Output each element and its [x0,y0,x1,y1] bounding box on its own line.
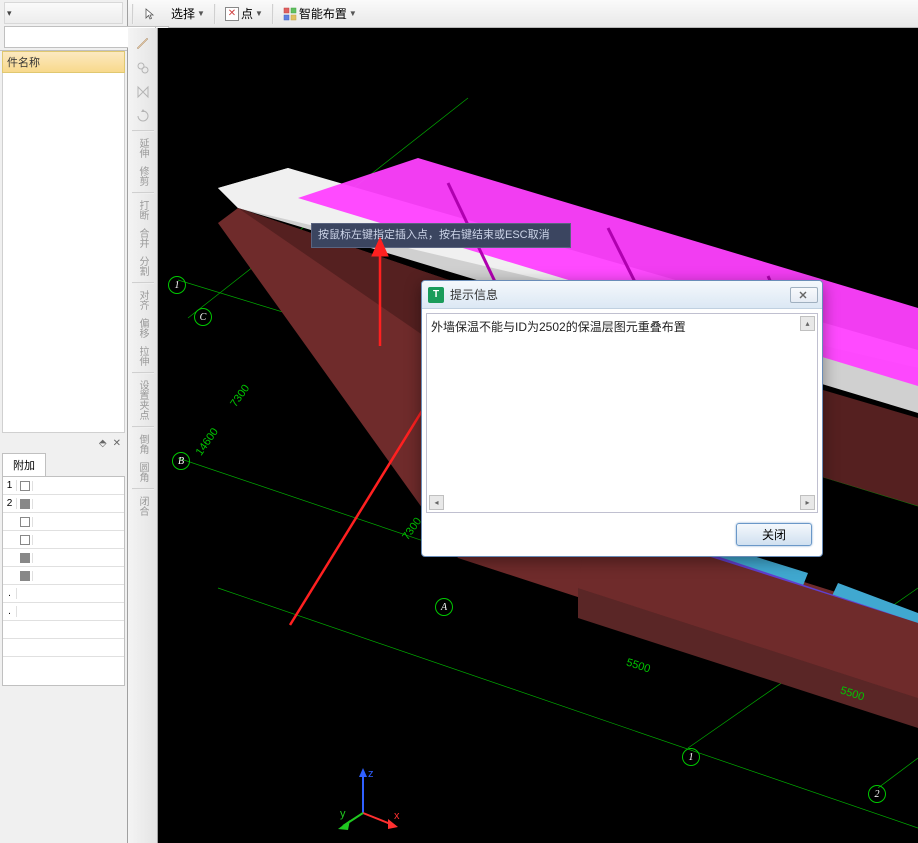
dialog-close-button[interactable] [790,287,818,303]
table-row [3,513,124,531]
snap-point-icon [225,7,239,21]
grid-bubble: C [194,308,212,326]
grid-bubble: B [172,452,190,470]
property-tabs: 附加 [2,453,125,476]
vt-draw-icon[interactable] [131,33,155,55]
grid-bubble: A [435,598,453,616]
vt-fillet[interactable]: 圆角 [131,459,155,485]
vt-break[interactable]: 打断 [131,197,155,223]
vt-copy-icon[interactable] [131,57,155,79]
point-snap-button[interactable]: 点 ▼ [220,3,268,25]
hint-tooltip: 按鼠标左键指定插入点，按右键结束或ESC取消 [311,223,571,248]
close-button[interactable]: 关闭 [736,523,812,546]
point-label: 点 [241,5,253,22]
toolbar-separator [132,426,154,428]
vt-stretch[interactable]: 拉伸 [131,343,155,369]
table-row [3,567,124,585]
dialog-titlebar[interactable]: T 提示信息 [422,281,822,309]
panel-pin-bar: ⬘ ✕ [0,433,127,453]
vt-merge[interactable]: 合并 [131,225,155,251]
vt-offset[interactable]: 偏移 [131,315,155,341]
table-row: . [3,603,124,621]
toolbar-divider [132,4,134,24]
chevron-down-icon: ▼ [349,9,357,18]
toolbar-separator [132,192,154,194]
toolbar-divider [214,4,216,24]
dialog-message: 外墙保温不能与ID为2502的保温层图元重叠布置 [431,320,686,334]
cursor-icon [143,7,157,21]
toolbar-separator [132,282,154,284]
vt-rotate-icon[interactable] [131,105,155,127]
vt-extend[interactable]: 延伸 [131,135,155,161]
vt-trim[interactable]: 修剪 [131,163,155,189]
svg-text:z: z [368,768,374,780]
vt-close[interactable]: 闭合 [131,493,155,519]
grid-bubble: 1 [682,748,700,766]
dialog-title: 提示信息 [450,286,790,303]
dialog-body: 外墙保温不能与ID为2502的保温层图元重叠布置 ▴ ◂ ▸ [422,309,822,517]
select-label: 选择 [171,5,195,22]
top-toolbar: 选择 ▼ 点 ▼ 智能布置 ▼ [128,0,918,28]
vt-split[interactable]: 分割 [131,253,155,279]
component-list[interactable] [2,73,125,433]
table-row [3,639,124,657]
search-area: ▾ [0,0,127,51]
vt-grip[interactable]: 设置夹点 [131,377,155,423]
property-grid[interactable]: 1 2 . . [2,476,125,686]
left-panel: ▾ 件名称 ⬘ ✕ 附加 1 2 . . [0,0,128,843]
scroll-up-button[interactable]: ▴ [800,316,815,331]
table-row: 1 [3,477,124,495]
scroll-right-button[interactable]: ▸ [800,495,815,510]
smart-layout-button[interactable]: 智能布置 ▼ [278,3,362,25]
table-row [3,621,124,639]
vertical-toolbar: 延伸 修剪 打断 合并 分割 对齐 偏移 拉伸 设置夹点 倒角 圆角 闭合 [128,28,158,843]
dialog-footer: 关闭 [422,517,822,556]
close-icon [798,291,810,299]
app-icon: T [428,287,444,303]
smart-label: 智能布置 [299,5,347,22]
svg-text:x: x [394,810,400,822]
toolbar-divider [272,4,274,24]
info-dialog: T 提示信息 外墙保温不能与ID为2502的保温层图元重叠布置 ▴ ◂ ▸ 关闭 [421,280,823,557]
vt-chamfer[interactable]: 倒角 [131,431,155,457]
chevron-down-icon: ▼ [255,9,263,18]
vt-align[interactable]: 对齐 [131,287,155,313]
grid-bubble: 2 [868,785,886,803]
grid-bubble: 1 [168,276,186,294]
close-icon[interactable]: ✕ [113,438,121,449]
tab-attach[interactable]: 附加 [2,453,46,476]
hint-text: 按鼠标左键指定插入点，按右键结束或ESC取消 [318,229,550,241]
cursor-tool[interactable] [138,3,162,25]
toolbar-separator [132,488,154,490]
column-header: 件名称 [2,51,125,73]
table-row: . [3,585,124,603]
table-row [3,549,124,567]
breadcrumb-bar[interactable]: ▾ [4,2,123,24]
toolbar-separator [132,130,154,132]
scroll-left-button[interactable]: ◂ [429,495,444,510]
smart-layout-icon [283,7,297,21]
table-row: 2 [3,495,124,513]
chevron-down-icon: ▼ [197,9,205,18]
dialog-message-area[interactable]: 外墙保温不能与ID为2502的保温层图元重叠布置 ▴ ◂ ▸ [426,313,818,513]
header-label: 件名称 [7,54,40,70]
toolbar-separator [132,372,154,374]
select-dropdown[interactable]: 选择 ▼ [166,3,210,25]
table-row [3,531,124,549]
axis-gizmo: z x y [338,763,408,833]
svg-text:y: y [340,808,346,820]
vt-mirror-icon[interactable] [131,81,155,103]
chevron-down-icon: ▾ [5,8,14,19]
pin-icon[interactable]: ⬘ [99,438,107,449]
